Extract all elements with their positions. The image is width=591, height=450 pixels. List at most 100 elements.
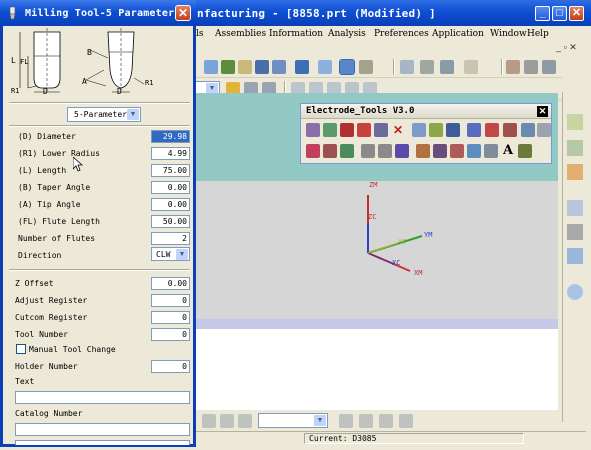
layer-icon[interactable] xyxy=(318,60,332,74)
view-icon[interactable] xyxy=(255,60,269,74)
analysis-icon[interactable] xyxy=(420,60,434,74)
history-icon[interactable] xyxy=(567,224,583,240)
chevron-down-icon[interactable]: ▼ xyxy=(127,109,139,120)
electrode-tool-icon[interactable] xyxy=(306,123,320,137)
electrode-tool-icon[interactable] xyxy=(446,123,460,137)
flute-length-field[interactable]: 50.00 xyxy=(151,215,190,228)
electrode-tool-icon[interactable] xyxy=(323,144,337,158)
electrode-tool-icon[interactable] xyxy=(378,144,392,158)
tool-number-field[interactable]: 0 xyxy=(151,328,190,341)
filter-icon[interactable] xyxy=(464,60,478,74)
cutcom-register-field[interactable]: 0 xyxy=(151,311,190,324)
z-offset-field[interactable]: 0.00 xyxy=(151,277,190,290)
electrode-tool-icon[interactable] xyxy=(429,123,443,137)
menu-window[interactable]: Window xyxy=(490,29,527,39)
electrode-tool-icon[interactable] xyxy=(433,144,447,158)
diagram-label-l: L xyxy=(11,56,16,65)
close-button[interactable]: ✕ xyxy=(569,6,584,21)
help-icon[interactable] xyxy=(567,248,583,264)
menu-application[interactable]: Application xyxy=(432,29,484,39)
render-icon[interactable] xyxy=(295,60,309,74)
standard-toolbar xyxy=(194,56,562,78)
length-label: (L) Length xyxy=(18,166,67,175)
mdi-window-controls[interactable]: _ ▫ ✕ xyxy=(556,42,591,56)
tool-icon[interactable] xyxy=(220,414,234,428)
tip-angle-field[interactable]: 0.00 xyxy=(151,198,190,211)
menu-information[interactable]: Information xyxy=(269,29,323,39)
diameter-field[interactable]: 29.98 xyxy=(151,130,190,143)
assembly-navigator-icon[interactable] xyxy=(567,114,583,130)
electrode-tool-icon[interactable] xyxy=(374,123,388,137)
tool-icon[interactable] xyxy=(399,414,413,428)
delete-icon[interactable]: ✕ xyxy=(391,123,405,137)
separator xyxy=(9,125,190,127)
electrode-tool-icon[interactable] xyxy=(503,123,517,137)
direction-select[interactable]: CLW ▼ xyxy=(151,247,190,261)
separator xyxy=(9,269,190,271)
orient-icon[interactable] xyxy=(272,60,286,74)
electrode-tool-icon[interactable] xyxy=(412,123,426,137)
electrode-tool-icon[interactable] xyxy=(518,144,532,158)
electrode-tool-icon[interactable] xyxy=(450,144,464,158)
electrode-tools-title-bar[interactable]: Electrode_Tools V3.0 ✕ xyxy=(301,104,551,119)
snap-icon[interactable] xyxy=(524,60,538,74)
electrode-tool-icon[interactable] xyxy=(485,123,499,137)
roles-icon[interactable] xyxy=(567,284,583,300)
electrode-tool-icon[interactable] xyxy=(484,144,498,158)
electrode-tool-icon[interactable] xyxy=(521,123,535,137)
tool-icon[interactable] xyxy=(202,414,216,428)
tool-icon[interactable] xyxy=(339,414,353,428)
electrode-tool-icon[interactable] xyxy=(306,144,320,158)
lower-radius-field[interactable]: 4.99 xyxy=(151,147,190,160)
menu-help[interactable]: Help xyxy=(527,29,549,39)
tool-icon[interactable] xyxy=(238,414,252,428)
holder-number-field[interactable]: 0 xyxy=(151,360,190,373)
menu-assemblies[interactable]: Assemblies xyxy=(215,29,266,39)
catalog-number-field[interactable] xyxy=(15,423,190,436)
part-navigator-icon[interactable] xyxy=(567,140,583,156)
rotate-icon[interactable] xyxy=(221,60,235,74)
electrode-tools-close-button[interactable]: ✕ xyxy=(537,106,548,117)
select-icon[interactable] xyxy=(440,60,454,74)
dialog-close-button[interactable]: ✕ xyxy=(175,5,191,21)
milling-tool-dialog: Milling Tool-5 Parameters ✕ L FL D R1 B … xyxy=(0,0,196,447)
electrode-tool-icon[interactable] xyxy=(395,144,409,158)
text-field[interactable] xyxy=(15,391,190,404)
taper-angle-field[interactable]: 0.00 xyxy=(151,181,190,194)
parameter-type-select[interactable]: 5-Parameter ▼ xyxy=(67,107,141,122)
menu-tools-partial[interactable]: ls xyxy=(196,29,204,39)
chevron-down-icon[interactable]: ▼ xyxy=(176,249,188,260)
adjust-register-field[interactable]: 0 xyxy=(151,294,190,307)
manual-tool-change-checkbox[interactable] xyxy=(16,344,26,354)
status-bar: Current: D3085 xyxy=(194,431,586,445)
more-icon[interactable] xyxy=(542,60,556,74)
electrode-tool-icon[interactable] xyxy=(340,123,354,137)
maximize-button[interactable]: □ xyxy=(552,6,567,21)
electrode-tool-icon[interactable] xyxy=(416,144,430,158)
zoom-icon[interactable] xyxy=(204,60,218,74)
display-icon[interactable] xyxy=(359,60,373,74)
electrode-tool-icon[interactable] xyxy=(467,144,481,158)
electrode-tool-icon[interactable] xyxy=(537,123,551,137)
electrode-tool-icon[interactable] xyxy=(357,123,371,137)
measure-icon[interactable] xyxy=(400,60,414,74)
tool-icon[interactable] xyxy=(359,414,373,428)
pan-icon[interactable] xyxy=(238,60,252,74)
selection-dropdown[interactable] xyxy=(258,413,328,428)
electrode-tool-icon[interactable] xyxy=(340,144,354,158)
number-of-flutes-field[interactable]: 2 xyxy=(151,232,190,245)
shaded-icon[interactable] xyxy=(339,59,355,75)
menu-preferences[interactable]: Preferences xyxy=(374,29,429,39)
text-tool-icon[interactable]: A xyxy=(501,144,515,158)
dialog-title-bar[interactable]: Milling Tool-5 Parameters ✕ xyxy=(0,0,196,26)
minimize-button[interactable]: _ xyxy=(535,6,550,21)
curve-icon[interactable] xyxy=(506,60,520,74)
electrode-tool-icon[interactable] xyxy=(361,144,375,158)
menu-analysis[interactable]: Analysis xyxy=(328,29,366,39)
electrode-tool-icon[interactable] xyxy=(323,123,337,137)
web-browser-icon[interactable] xyxy=(567,200,583,216)
electrode-tool-icon[interactable] xyxy=(467,123,481,137)
tool-icon[interactable] xyxy=(379,414,393,428)
length-field[interactable]: 75.00 xyxy=(151,164,190,177)
reuse-library-icon[interactable] xyxy=(567,164,583,180)
